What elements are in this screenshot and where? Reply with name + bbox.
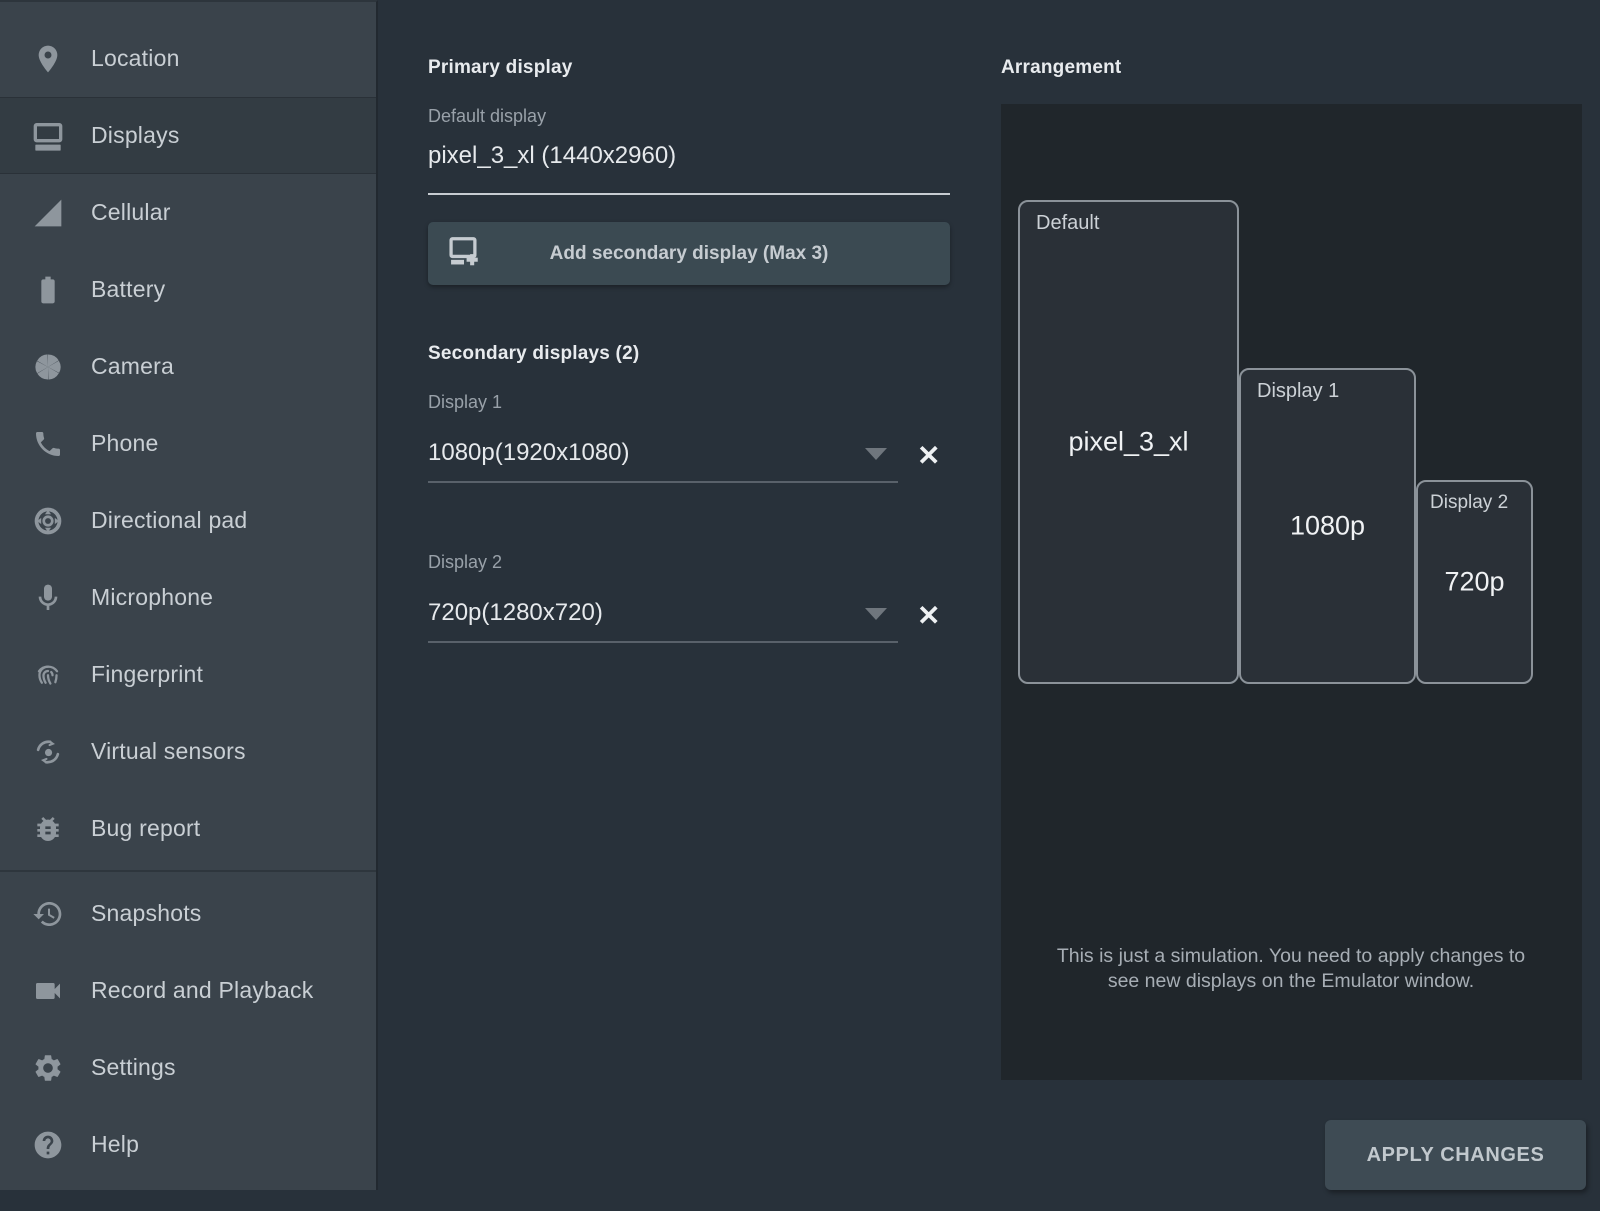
sidebar-item-snapshots[interactable]: Snapshots — [0, 875, 376, 952]
sidebar-item-label: Bug report — [91, 815, 200, 842]
add-display-icon — [447, 234, 481, 274]
arrangement-default-box[interactable]: Default pixel_3_xl — [1018, 200, 1239, 684]
camera-aperture-icon — [31, 350, 65, 384]
arrangement-heading: Arrangement — [1001, 57, 1121, 79]
sidebar-item-record-playback[interactable]: Record and Playback — [0, 952, 376, 1029]
default-display-label: Default display — [428, 106, 546, 127]
arrangement-panel: Default pixel_3_xl Display 1 1080p Displ… — [1001, 104, 1582, 1080]
sidebar-item-label: Virtual sensors — [91, 738, 246, 765]
bug-icon — [31, 812, 65, 846]
sidebar: Location Displays Cellular Battery — [0, 0, 378, 1190]
sidebar-item-label: Cellular — [91, 199, 171, 226]
sidebar-item-label: Camera — [91, 353, 174, 380]
dpad-icon — [31, 504, 65, 538]
sidebar-item-directional-pad[interactable]: Directional pad — [0, 482, 376, 559]
arrangement-display1-box-label: Display 1 — [1257, 380, 1339, 403]
cellular-signal-icon — [31, 196, 65, 230]
displays-icon — [31, 119, 65, 153]
location-pin-icon — [31, 42, 65, 76]
apply-changes-button[interactable]: APPLY CHANGES — [1325, 1120, 1586, 1190]
display1-underline — [428, 481, 898, 483]
sidebar-item-label: Record and Playback — [91, 977, 313, 1004]
sidebar-item-label: Directional pad — [91, 507, 247, 534]
display2-dropdown-arrow-icon[interactable] — [865, 608, 887, 620]
sidebar-item-battery[interactable]: Battery — [0, 251, 376, 328]
sidebar-item-location[interactable]: Location — [0, 20, 376, 97]
default-display-value: pixel_3_xl (1440x2960) — [428, 142, 676, 170]
display1-resolution-select[interactable]: 1080p(1920x1080) — [428, 439, 630, 467]
sidebar-item-label: Settings — [91, 1054, 176, 1081]
display2-resolution-select[interactable]: 720p(1280x720) — [428, 599, 603, 627]
sidebar-item-label: Battery — [91, 276, 165, 303]
fingerprint-icon — [31, 658, 65, 692]
sidebar-item-camera[interactable]: Camera — [0, 328, 376, 405]
display2-remove-button[interactable]: ✕ — [917, 602, 940, 630]
display1-dropdown-arrow-icon[interactable] — [865, 448, 887, 460]
sidebar-item-phone[interactable]: Phone — [0, 405, 376, 482]
sidebar-item-settings[interactable]: Settings — [0, 1029, 376, 1106]
sidebar-item-label: Phone — [91, 430, 159, 457]
extended-controls-window: Location Displays Cellular Battery — [0, 0, 1600, 1211]
sidebar-item-fingerprint[interactable]: Fingerprint — [0, 636, 376, 713]
arrangement-display1-box[interactable]: Display 1 1080p — [1239, 368, 1416, 684]
sidebar-item-virtual-sensors[interactable]: Virtual sensors — [0, 713, 376, 790]
display2-label: Display 2 — [428, 552, 502, 573]
sidebar-divider — [0, 870, 376, 872]
sidebar-item-label: Help — [91, 1131, 139, 1158]
simulation-note: This is just a simulation. You need to a… — [1056, 944, 1526, 994]
arrangement-display2-box-label: Display 2 — [1430, 492, 1508, 514]
display1-label: Display 1 — [428, 392, 502, 413]
sidebar-item-bug-report[interactable]: Bug report — [0, 790, 376, 867]
arrangement-display2-box-value: 720p — [1418, 567, 1531, 598]
primary-display-heading: Primary display — [428, 57, 573, 79]
sidebar-item-microphone[interactable]: Microphone — [0, 559, 376, 636]
microphone-icon — [31, 581, 65, 615]
sidebar-item-displays[interactable]: Displays — [0, 97, 376, 174]
arrangement-display1-box-value: 1080p — [1241, 511, 1414, 542]
gear-icon — [31, 1051, 65, 1085]
arrangement-default-box-label: Default — [1036, 212, 1099, 235]
secondary-displays-heading: Secondary displays (2) — [428, 343, 639, 365]
snapshots-history-icon — [31, 897, 65, 931]
sidebar-item-label: Displays — [91, 122, 180, 149]
virtual-sensors-icon — [31, 735, 65, 769]
sidebar-item-label: Microphone — [91, 584, 213, 611]
sidebar-item-help[interactable]: Help — [0, 1106, 376, 1183]
add-secondary-display-label: Add secondary display (Max 3) — [550, 243, 829, 265]
videocam-icon — [31, 974, 65, 1008]
arrangement-default-box-value: pixel_3_xl — [1020, 427, 1237, 458]
battery-icon — [31, 273, 65, 307]
display2-underline — [428, 641, 898, 643]
default-display-underline — [428, 193, 950, 195]
help-icon — [31, 1128, 65, 1162]
arrangement-display2-box[interactable]: Display 2 720p — [1416, 480, 1533, 684]
sidebar-item-label: Snapshots — [91, 900, 202, 927]
sidebar-item-label: Location — [91, 45, 180, 72]
display1-remove-button[interactable]: ✕ — [917, 442, 940, 470]
phone-icon — [31, 427, 65, 461]
add-secondary-display-button[interactable]: Add secondary display (Max 3) — [428, 222, 950, 285]
sidebar-item-label: Fingerprint — [91, 661, 203, 688]
sidebar-item-cellular[interactable]: Cellular — [0, 174, 376, 251]
